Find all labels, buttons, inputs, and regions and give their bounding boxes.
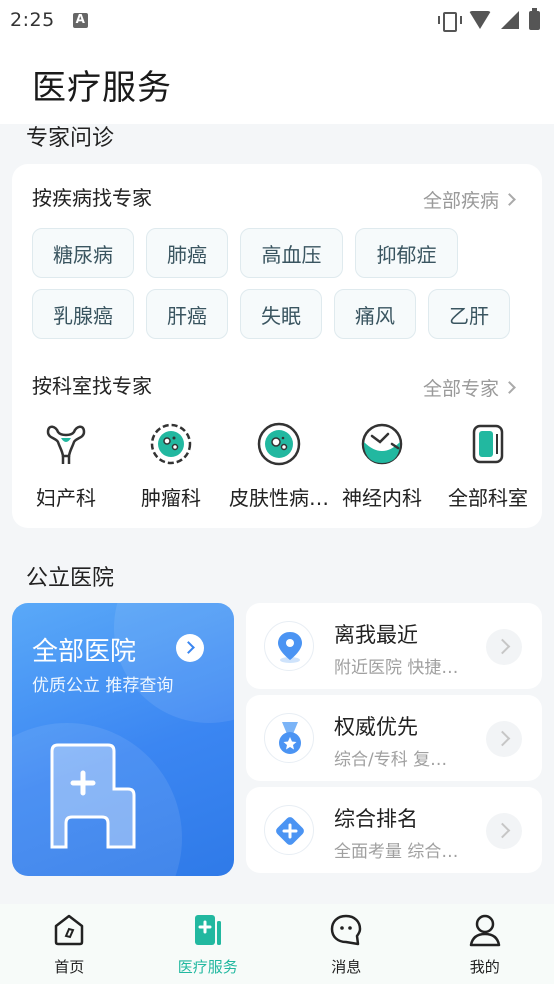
profile-icon bbox=[467, 912, 503, 948]
department-neurology[interactable]: 神经内科 bbox=[332, 420, 432, 511]
page-header: 医疗服务 bbox=[0, 40, 554, 124]
department-label: 神经内科 bbox=[342, 486, 422, 510]
department-label: 全部科室 bbox=[448, 486, 528, 510]
hospital-card-title: 离我最近 bbox=[334, 623, 418, 647]
all-hospitals-title: 全部医院 bbox=[32, 637, 137, 667]
nav-label: 消息 bbox=[331, 958, 362, 976]
department-obstetrics[interactable]: 妇产科 bbox=[16, 420, 116, 511]
by-disease-title: 按疾病找专家 bbox=[32, 186, 152, 210]
disease-tag[interactable]: 乳腺癌 bbox=[32, 289, 134, 339]
hospital-card-title: 权威优先 bbox=[334, 715, 418, 739]
all-experts-link[interactable]: 全部专家 bbox=[422, 374, 516, 401]
disease-tag[interactable]: 失眠 bbox=[240, 289, 322, 339]
status-time: 2:25 bbox=[10, 9, 55, 31]
tumor-cell-icon bbox=[147, 420, 195, 468]
hospital-card-title: 综合排名 bbox=[334, 807, 418, 831]
department-oncology[interactable]: 肿瘤科 bbox=[121, 420, 221, 511]
location-pin-icon bbox=[264, 621, 314, 671]
disease-tag[interactable]: 抑郁症 bbox=[355, 228, 458, 278]
wifi-icon bbox=[469, 11, 491, 29]
battery-icon bbox=[529, 7, 540, 30]
nav-profile[interactable]: 我的 bbox=[416, 904, 554, 984]
chevron-right-icon[interactable] bbox=[486, 813, 522, 849]
medal-icon bbox=[264, 713, 314, 763]
home-icon bbox=[51, 912, 87, 948]
all-hospitals-card[interactable]: 全部医院 优质公立 推荐查询 bbox=[12, 603, 234, 876]
status-bar: 2:25 bbox=[0, 0, 554, 40]
signal-icon bbox=[501, 11, 519, 29]
chevron-right-icon[interactable] bbox=[486, 629, 522, 665]
disease-tag[interactable]: 乙肝 bbox=[428, 289, 510, 339]
vibrate-icon bbox=[437, 11, 462, 32]
disease-tag[interactable]: 肺癌 bbox=[146, 228, 228, 278]
skin-icon bbox=[255, 420, 303, 468]
hospital-card-subtitle: 附近医院 快捷… bbox=[334, 658, 459, 678]
status-icons bbox=[437, 7, 540, 32]
hospital-building-icon bbox=[50, 743, 140, 853]
hospital-card-subtitle: 综合/专科 复旦… bbox=[334, 750, 464, 770]
all-diseases-label: 全部疾病 bbox=[422, 190, 499, 212]
authority-hospital-card[interactable]: 权威优先 综合/专科 复旦… bbox=[246, 695, 542, 781]
department-all[interactable]: 全部科室 bbox=[438, 420, 538, 511]
department-label: 皮肤性病… bbox=[229, 486, 329, 510]
chevron-right-icon[interactable] bbox=[486, 721, 522, 757]
disease-tag[interactable]: 糖尿病 bbox=[32, 228, 134, 278]
nav-label: 我的 bbox=[469, 958, 500, 976]
department-label: 妇产科 bbox=[36, 486, 96, 510]
chevron-right-icon bbox=[503, 193, 516, 206]
notification-icon bbox=[72, 12, 88, 28]
nav-messages[interactable]: 消息 bbox=[277, 904, 416, 984]
nav-label: 首页 bbox=[54, 958, 85, 976]
all-departments-icon bbox=[464, 420, 512, 468]
hospital-card-subtitle: 全面考量 综合… bbox=[334, 842, 459, 862]
by-department-title: 按科室找专家 bbox=[32, 374, 152, 398]
nav-medical-service[interactable]: 医疗服务 bbox=[139, 904, 278, 984]
nav-label: 医疗服务 bbox=[177, 958, 238, 976]
disease-tag[interactable]: 高血压 bbox=[240, 228, 343, 278]
chevron-right-icon bbox=[503, 381, 516, 394]
expert-card: 按疾病找专家 全部疾病 糖尿病 肺癌 高血压 抑郁症 乳腺癌 肝癌 失眠 痛风 … bbox=[12, 164, 542, 528]
disease-tag[interactable]: 痛风 bbox=[334, 289, 416, 339]
all-hospitals-subtitle: 优质公立 推荐查询 bbox=[32, 676, 174, 696]
department-dermatology[interactable]: 皮肤性病… bbox=[226, 420, 332, 511]
disease-tag[interactable]: 肝癌 bbox=[146, 289, 228, 339]
uterus-icon bbox=[42, 420, 90, 468]
nav-home[interactable]: 首页 bbox=[0, 904, 139, 984]
ranking-hospital-card[interactable]: 综合排名 全面考量 综合… bbox=[246, 787, 542, 873]
expert-section-title: 专家问诊 bbox=[26, 126, 115, 151]
diamond-plus-icon bbox=[264, 805, 314, 855]
medical-service-icon bbox=[190, 912, 226, 948]
all-experts-label: 全部专家 bbox=[422, 378, 499, 400]
arrow-right-icon[interactable] bbox=[176, 634, 204, 662]
message-icon bbox=[328, 912, 364, 948]
department-label: 肿瘤科 bbox=[141, 486, 201, 510]
hospital-section-title: 公立医院 bbox=[26, 566, 115, 591]
bottom-nav: 首页 医疗服务 消息 我的 bbox=[0, 904, 554, 984]
nearest-hospital-card[interactable]: 离我最近 附近医院 快捷… bbox=[246, 603, 542, 689]
page-title: 医疗服务 bbox=[32, 68, 172, 108]
all-diseases-link[interactable]: 全部疾病 bbox=[422, 186, 516, 213]
brain-icon bbox=[358, 420, 406, 468]
